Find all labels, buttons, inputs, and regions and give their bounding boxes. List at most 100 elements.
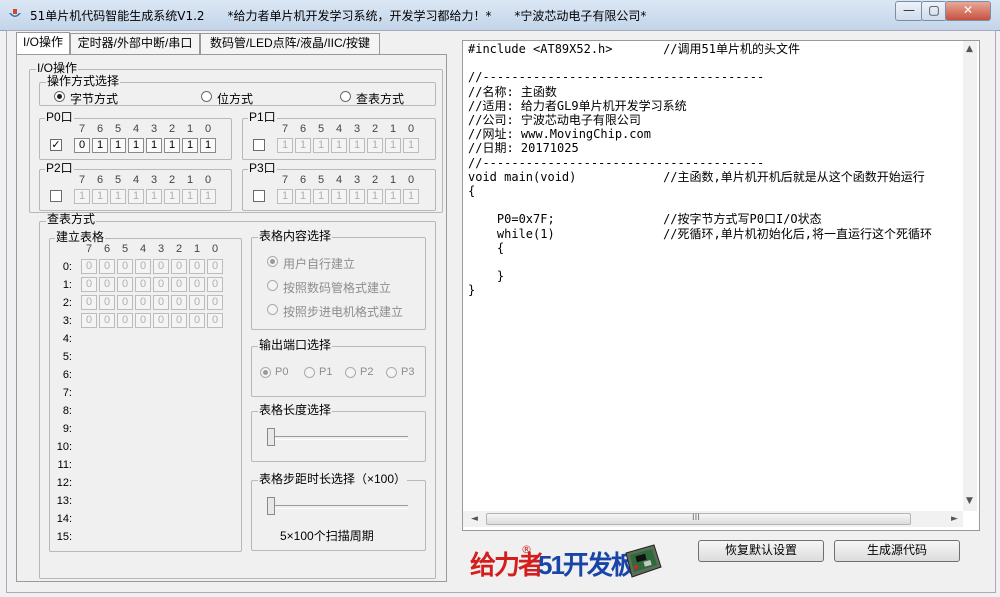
table-cell-button[interactable]: 0 [99,277,115,292]
table-cell-button[interactable]: 0 [99,259,115,274]
content-stepper-label[interactable]: 按照步进电机格式建立 [283,303,403,320]
port-enable-checkbox[interactable]: ✓ [50,139,62,151]
port-bit-button[interactable]: 1 [128,138,144,153]
scroll-down-arrow[interactable]: ▼ [966,496,973,506]
port-bit-button[interactable]: 1 [146,138,162,153]
port-p2-label[interactable]: P2 [360,366,373,378]
scroll-left-arrow[interactable]: ◄ [471,514,478,524]
port-bit-button[interactable]: 1 [349,189,365,204]
port-bit-button[interactable]: 1 [110,189,126,204]
port-bit-button[interactable]: 1 [313,189,329,204]
table-cell-button[interactable]: 0 [135,277,151,292]
port-bit-button[interactable]: 1 [331,138,347,153]
maximize-button[interactable]: ▢ [921,1,947,21]
port-bit-button[interactable]: 1 [92,138,108,153]
table-cell-button[interactable]: 0 [81,295,97,310]
port-bit-button[interactable]: 1 [182,189,198,204]
mode-lookup-radio[interactable] [340,91,351,102]
port-bit-button[interactable]: 1 [367,138,383,153]
port-bit-button[interactable]: 1 [403,138,419,153]
port-p2-radio[interactable] [345,367,356,378]
port-bit-button[interactable]: 1 [295,189,311,204]
port-enable-checkbox[interactable] [253,190,265,202]
scroll-up-arrow[interactable]: ▲ [966,44,973,54]
table-cell-button[interactable]: 0 [171,259,187,274]
port-bit-button[interactable]: 1 [367,189,383,204]
step-duration-slider-track[interactable] [268,505,408,509]
port-bit-button[interactable]: 1 [146,189,162,204]
port-bit-button[interactable]: 1 [182,138,198,153]
table-cell-button[interactable]: 0 [135,259,151,274]
mode-byte-label[interactable]: 字节方式 [70,90,118,107]
table-cell-button[interactable]: 0 [207,259,223,274]
table-cell-button[interactable]: 0 [99,295,115,310]
content-user-label[interactable]: 用户自行建立 [283,255,355,272]
table-cell-button[interactable]: 0 [171,277,187,292]
content-stepper-radio[interactable] [267,304,278,315]
content-seg-radio[interactable] [267,280,278,291]
table-cell-button[interactable]: 0 [117,277,133,292]
port-bit-button[interactable]: 1 [313,138,329,153]
vertical-scrollbar[interactable] [963,41,977,511]
port-p0-label[interactable]: P0 [275,366,288,378]
port-bit-button[interactable]: 1 [349,138,365,153]
port-enable-checkbox[interactable] [50,190,62,202]
code-text[interactable]: #include <AT89X52.h> //调用51单片机的头文件 //---… [468,42,962,510]
table-cell-button[interactable]: 0 [135,295,151,310]
table-cell-button[interactable]: 0 [171,313,187,328]
port-bit-button[interactable]: 1 [277,138,293,153]
port-bit-button[interactable]: 1 [128,189,144,204]
table-cell-button[interactable]: 0 [189,313,205,328]
table-cell-button[interactable]: 0 [207,295,223,310]
table-cell-button[interactable]: 0 [117,313,133,328]
table-cell-button[interactable]: 0 [117,259,133,274]
port-bit-button[interactable]: 1 [74,189,90,204]
port-bit-button[interactable]: 1 [295,138,311,153]
table-cell-button[interactable]: 0 [135,313,151,328]
tab-display-peripherals[interactable]: 数码管/LED点阵/液晶/IIC/按键 [200,33,380,54]
table-cell-button[interactable]: 0 [81,313,97,328]
port-enable-checkbox[interactable] [253,139,265,151]
port-bit-button[interactable]: 1 [385,189,401,204]
tab-timer-interrupt-serial[interactable]: 定时器/外部中断/串口 [70,33,200,54]
port-bit-button[interactable]: 1 [92,189,108,204]
mode-lookup-label[interactable]: 查表方式 [356,90,404,107]
port-bit-button[interactable]: 1 [200,138,216,153]
port-bit-button[interactable]: 1 [164,138,180,153]
minimize-button[interactable]: — [895,1,923,21]
port-bit-button[interactable]: 1 [200,189,216,204]
port-bit-button[interactable]: 1 [164,189,180,204]
step-duration-slider-thumb[interactable] [267,497,275,515]
port-bit-button[interactable]: 0 [74,138,90,153]
table-cell-button[interactable]: 0 [171,295,187,310]
port-p3-radio[interactable] [386,367,397,378]
table-cell-button[interactable]: 0 [153,313,169,328]
generate-code-button[interactable]: 生成源代码 [834,540,960,562]
port-bit-button[interactable]: 1 [277,189,293,204]
scroll-right-arrow[interactable]: ► [951,514,958,524]
mode-byte-radio[interactable] [54,91,65,102]
port-p3-label[interactable]: P3 [401,366,414,378]
table-cell-button[interactable]: 0 [81,277,97,292]
table-cell-button[interactable]: 0 [99,313,115,328]
table-cell-button[interactable]: 0 [117,295,133,310]
table-length-slider-thumb[interactable] [267,428,275,446]
table-cell-button[interactable]: 0 [189,277,205,292]
port-bit-button[interactable]: 1 [331,189,347,204]
table-cell-button[interactable]: 0 [153,259,169,274]
mode-bit-label[interactable]: 位方式 [217,90,253,107]
restore-defaults-button[interactable]: 恢复默认设置 [698,540,824,562]
port-p0-radio[interactable] [260,367,271,378]
content-user-radio[interactable] [267,256,278,267]
mode-bit-radio[interactable] [201,91,212,102]
close-button[interactable]: ✕ [945,1,991,21]
table-cell-button[interactable]: 0 [207,313,223,328]
port-bit-button[interactable]: 1 [385,138,401,153]
table-length-slider-track[interactable] [268,436,408,440]
port-p1-radio[interactable] [304,367,315,378]
table-cell-button[interactable]: 0 [189,295,205,310]
port-p1-label[interactable]: P1 [319,366,332,378]
table-cell-button[interactable]: 0 [153,295,169,310]
table-cell-button[interactable]: 0 [207,277,223,292]
table-cell-button[interactable]: 0 [189,259,205,274]
